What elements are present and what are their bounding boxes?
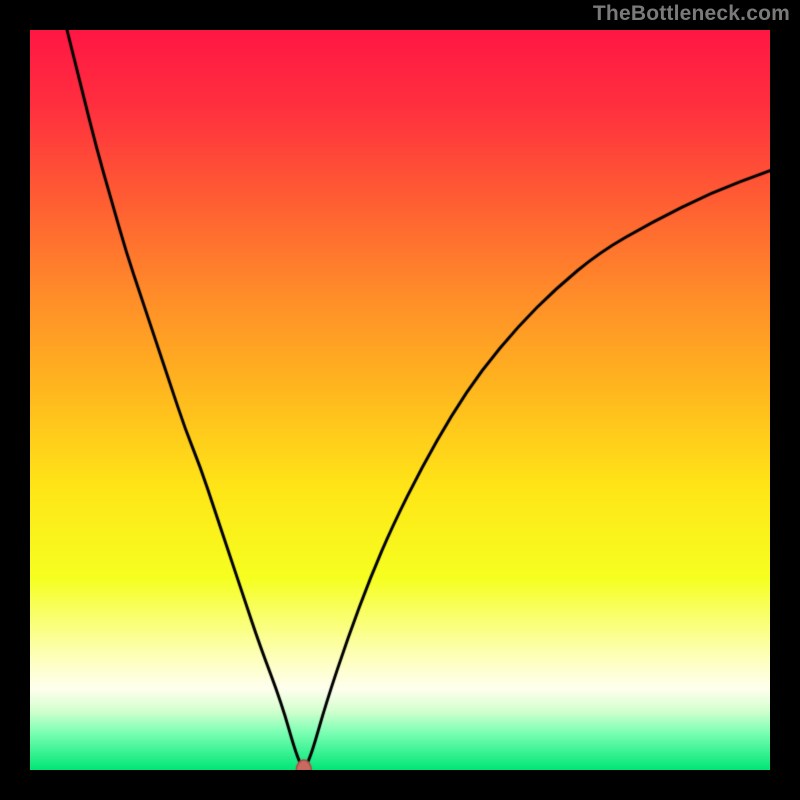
plot-area bbox=[30, 30, 770, 770]
watermark-text: TheBottleneck.com bbox=[593, 2, 790, 26]
plot-canvas bbox=[30, 30, 770, 770]
chart-frame: TheBottleneck.com bbox=[0, 0, 800, 800]
